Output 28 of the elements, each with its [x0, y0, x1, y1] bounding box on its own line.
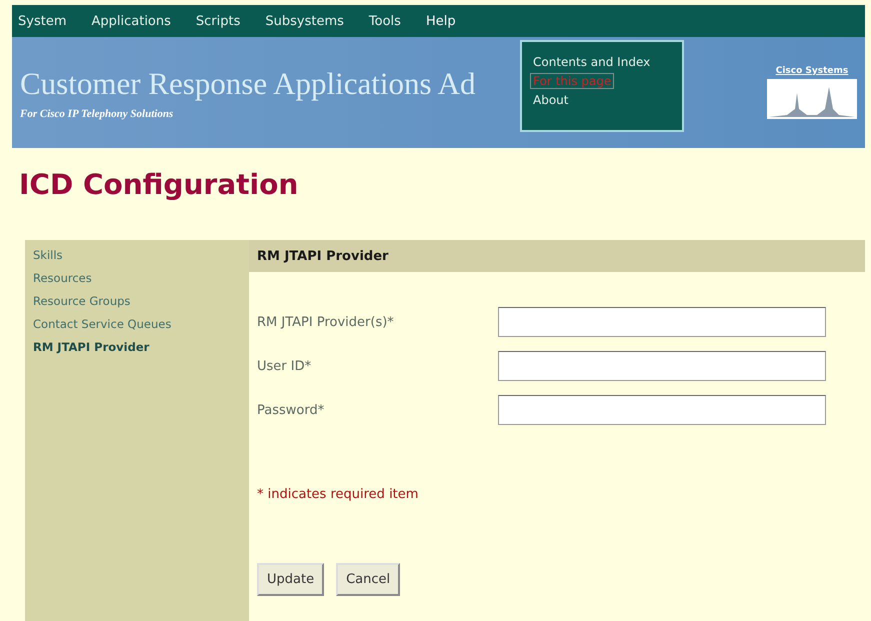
sidebar-link[interactable]: RM JTAPI Provider: [33, 340, 150, 354]
form-button[interactable]: Update: [257, 563, 324, 596]
menu-item[interactable]: Applications: [91, 14, 171, 28]
menu-item[interactable]: Help: [426, 14, 456, 28]
sidebar-link[interactable]: Resource Groups: [33, 294, 130, 308]
page-title: ICD Configuration: [19, 168, 300, 203]
sidebar-link[interactable]: Resources: [33, 271, 92, 285]
sidebar-link[interactable]: Skills: [33, 248, 63, 262]
menu-item[interactable]: Subsystems: [265, 14, 344, 28]
required-note: * indicates required item: [257, 487, 420, 502]
field-label: Password*: [257, 402, 326, 418]
logo-text: Cisco Systems: [776, 66, 848, 76]
section-heading: RM JTAPI Provider: [249, 240, 865, 272]
bridge-logo-icon: [767, 79, 857, 119]
menu-option[interactable]: Contents and Index: [530, 54, 654, 70]
form-button[interactable]: Cancel: [336, 563, 400, 596]
menu-item[interactable]: Tools: [368, 14, 401, 28]
banner-subtitle: For Cisco IP Telephony Solutions: [20, 108, 174, 120]
input-field[interactable]: [498, 307, 826, 337]
field-label: RM JTAPI Provider(s)*: [257, 314, 395, 330]
menu-option[interactable]: About: [530, 92, 572, 108]
sidebar-link[interactable]: Contact Service Queues: [33, 317, 172, 331]
menu-item[interactable]: Scripts: [196, 14, 240, 28]
banner-title: Customer Response Applications Ad: [20, 66, 476, 102]
menu-item[interactable]: System: [18, 14, 66, 28]
input-field[interactable]: [498, 395, 826, 425]
input-field[interactable]: [498, 351, 826, 381]
field-label: User ID*: [257, 358, 312, 374]
